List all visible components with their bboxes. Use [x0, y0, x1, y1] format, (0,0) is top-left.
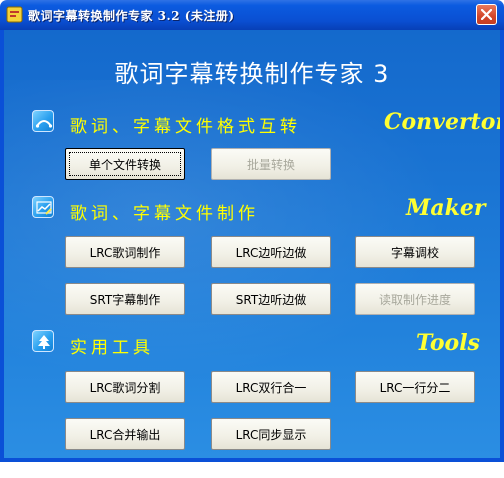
srt-listen-make-button[interactable]: SRT边听边做: [211, 283, 331, 315]
lrc-split-button[interactable]: LRC歌词分割: [65, 371, 185, 403]
window-frame-bottom: [0, 458, 504, 462]
window-title: 歌词字幕转换制作专家 3.2 (未注册): [28, 9, 235, 23]
lrc-make-button[interactable]: LRC歌词制作: [65, 236, 185, 268]
arc-curve-icon: [32, 110, 54, 132]
tools-section-tag: Tools: [416, 330, 480, 356]
lrc-split-lines-button[interactable]: LRC一行分二: [355, 371, 475, 403]
client-area: 歌词字幕转换制作专家 3 歌词、字幕文件格式互转 Convertor 单个文件转…: [4, 30, 500, 458]
tree-icon: [32, 330, 54, 352]
title-bar[interactable]: 歌词字幕转换制作专家 3.2 (未注册): [0, 0, 504, 30]
close-button[interactable]: [476, 4, 497, 25]
close-icon: [481, 9, 492, 20]
chart-edit-icon: [32, 196, 54, 218]
converter-section-tag: Convertor: [384, 109, 500, 135]
app-title: 歌词字幕转换制作专家 3: [114, 60, 390, 88]
tools-section-title: 实用工具: [70, 338, 154, 358]
subtitle-adjust-button[interactable]: 字幕调校: [355, 236, 475, 268]
read-progress-button[interactable]: 读取制作进度: [355, 283, 475, 315]
srt-make-button[interactable]: SRT字幕制作: [65, 283, 185, 315]
app-icon: [6, 6, 23, 23]
window-frame-right: [500, 30, 504, 462]
app-window: 歌词字幕转换制作专家 3.2 (未注册) 歌词字幕转换制作专家 3 歌词、字幕文…: [0, 0, 504, 462]
converter-section-title: 歌词、字幕文件格式互转: [70, 117, 301, 137]
single-file-convert-button[interactable]: 单个文件转换: [65, 148, 185, 180]
lrc-sync-display-button[interactable]: LRC同步显示: [211, 418, 331, 450]
maker-section-tag: Maker: [406, 195, 486, 221]
batch-convert-button[interactable]: 批量转换: [211, 148, 331, 180]
lrc-listen-make-button[interactable]: LRC边听边做: [211, 236, 331, 268]
lrc-merge-lines-button[interactable]: LRC双行合一: [211, 371, 331, 403]
lrc-merge-output-button[interactable]: LRC合并输出: [65, 418, 185, 450]
maker-section-title: 歌词、字幕文件制作: [70, 204, 259, 224]
